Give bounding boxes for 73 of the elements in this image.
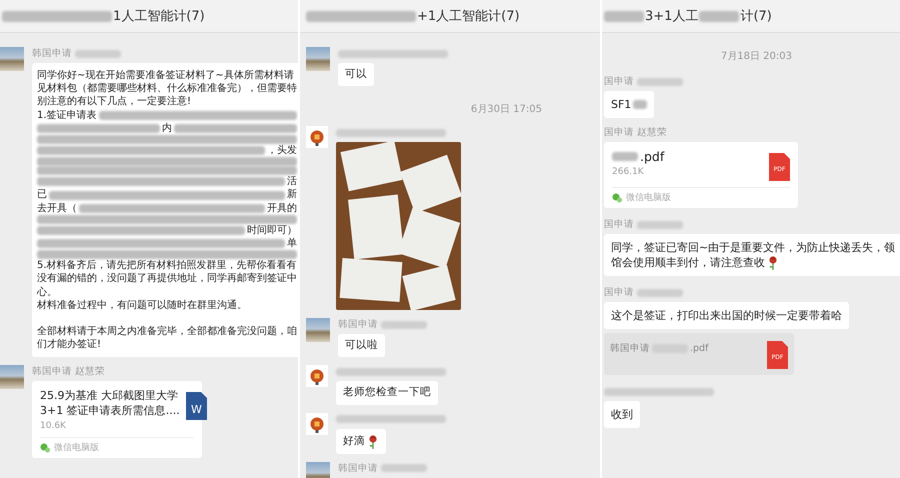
message-text: 去开具（ [37, 202, 77, 215]
message-text: 们才能办签证! [37, 338, 102, 352]
file-size: 10.6K [40, 421, 67, 432]
message-text: 新 [287, 188, 297, 202]
file-name: 3+1 签证申请表所需信息.... [40, 403, 180, 418]
timestamp: 6月30日 17:05 [470, 103, 542, 116]
blurred-text [637, 288, 683, 296]
word-document-icon: W [186, 392, 207, 420]
logo-avatar-icon [306, 365, 328, 388]
chat-app-icon [40, 442, 50, 453]
blurred-text [381, 320, 427, 329]
message-text: 可以 [345, 68, 367, 82]
blurred-text [612, 152, 638, 161]
message-text: 活 [287, 175, 297, 188]
sender-name: 国申请 [604, 75, 634, 88]
chat-title: 计(7) [740, 8, 772, 25]
message-text: 单 [287, 237, 297, 250]
message-text: 老师您检查一下吧 [343, 386, 431, 400]
sender-name: 韩国申请 [32, 47, 72, 60]
message-text: 同学，签证已寄回~由于是重要文件，为防止快递丢失，领 [611, 240, 896, 255]
avatar-photo-placeholder [306, 47, 330, 71]
blurred-text [637, 78, 683, 86]
message-text: SF1 [611, 97, 632, 112]
file-source: 微信电脑版 [626, 192, 671, 204]
chat-title: 1人工智能计(7) [113, 8, 205, 25]
blurred-text [699, 10, 740, 22]
message-text: 这个是签证，打印出来出国的时候一定要带着哈 [611, 308, 842, 323]
logo-avatar-icon [306, 412, 328, 435]
message-text: 1.签证申请表 [37, 108, 97, 122]
message-text: 开具的 [267, 202, 297, 215]
avatar-photo-placeholder [0, 47, 24, 71]
blurred-text [633, 100, 648, 109]
message-text: 心。 [37, 286, 57, 299]
timestamp: 7月18日 20:03 [720, 50, 792, 63]
message-text: 5.材料备齐后，请先把所有材料拍照发群里，先帮你看看有 [37, 259, 297, 272]
sender-name: 韩国申请 [338, 462, 378, 475]
blurred-text [75, 50, 121, 58]
avatar-photo-placeholder [0, 365, 24, 390]
file-name: .pdf [690, 342, 708, 354]
sender-name: 国申请 [604, 218, 634, 231]
file-name: 韩国申请 [610, 342, 650, 354]
sender-name: 国申请 [604, 286, 634, 299]
file-source: 微信电脑版 [54, 442, 99, 454]
rose-icon [367, 434, 379, 449]
rose-icon [767, 255, 779, 270]
message-text: 已 [37, 188, 47, 202]
sender-name: 国申请 赵慧荣 [604, 126, 668, 139]
message-text: 内 [162, 122, 172, 136]
message-text: 别注意的有以下几点，一定要注意! [37, 95, 192, 109]
message-text: 可以啦 [345, 339, 378, 352]
blurred-text [381, 464, 427, 472]
avatar-photo-placeholder [306, 318, 330, 342]
message-text: ，头发 [267, 144, 297, 158]
message-text: 同学你好~现在开始需要准备签证材料了~具体所需材料请 [37, 69, 294, 82]
message-text: 馆会使用顺丰到付，请注意查收 [611, 255, 765, 270]
chat-app-icon [612, 192, 622, 202]
chat-title: +1人工智能计(7) [417, 8, 520, 25]
sender-name: 韩国申请 赵慧荣 [32, 365, 106, 378]
message-text: 全部材料请于本周之内准备完毕，全部都准备完没问题，咱 [37, 325, 297, 338]
blurred-text [637, 220, 683, 228]
file-name: 25.9为基准 大邱截图里大学 [40, 388, 178, 404]
message-text: 没有漏的错的，没问题了再提供地址，同学再邮寄到签证中 [37, 272, 297, 286]
message-text: 时间即可） [247, 224, 297, 238]
message-text: 见材料包（都需要哪些材料、什么标准准备完），但需要特 [37, 82, 297, 96]
blurred-text [604, 10, 644, 22]
file-name: .pdf [640, 149, 664, 164]
chat-title: 3+1人工 [645, 8, 698, 25]
sender-name: 韩国申请 [338, 318, 378, 332]
message-text: 好滴 [343, 434, 365, 448]
file-size: 266.1K [612, 167, 645, 177]
message-text: 收到 [611, 407, 633, 422]
message-text: 材料准备过程中，有问题可以随时在群里沟通。 [37, 298, 247, 312]
logo-avatar-icon [306, 126, 328, 148]
